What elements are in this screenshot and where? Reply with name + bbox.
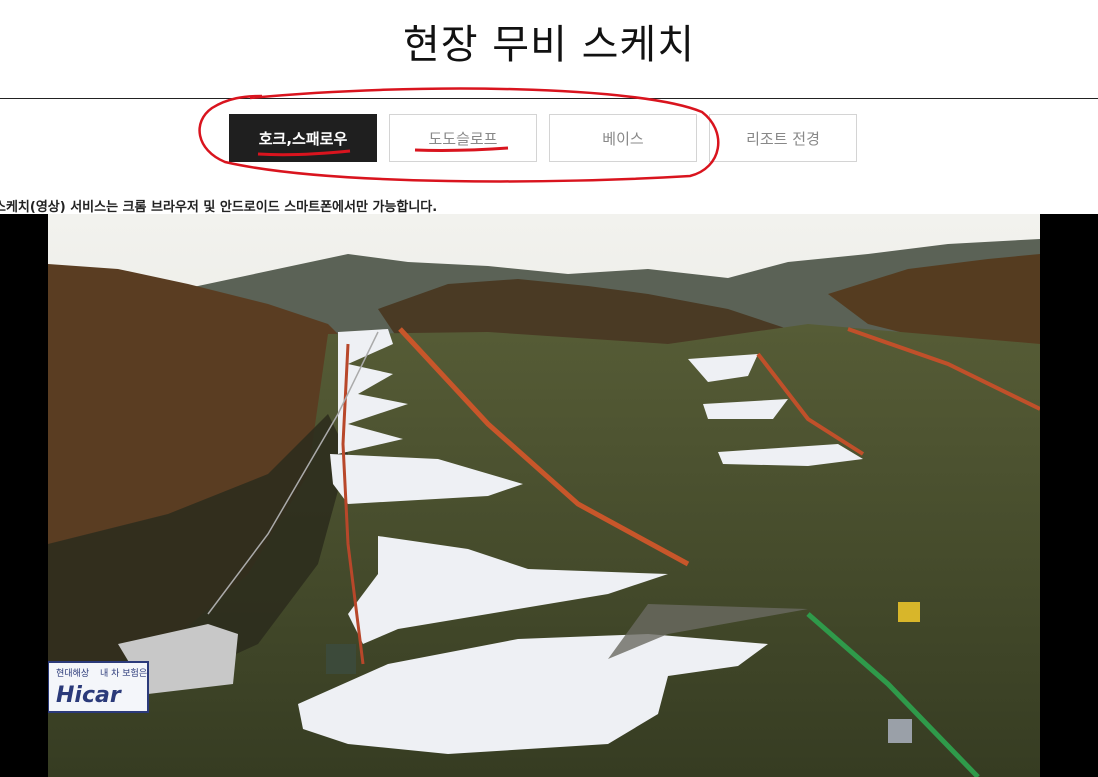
snow-groomer-left: [326, 644, 356, 674]
tab-dodo-slope[interactable]: 도도슬로프: [389, 114, 537, 162]
tab-label: 베이스: [602, 129, 644, 148]
tab-hawk-sparrow[interactable]: 호크,스패로우: [229, 114, 377, 162]
ad-brand-text: Hicar: [56, 683, 122, 708]
tab-base[interactable]: 베이스: [549, 114, 697, 162]
ad-slogan-text: 내 차 보험은: [100, 667, 147, 679]
header-divider: [0, 98, 1098, 99]
video-player[interactable]: Hicar 현대해상 내 차 보험은: [0, 214, 1098, 777]
page-title: 현장 무비 스케치: [402, 22, 696, 68]
tab-label: 호크,스패로우: [258, 129, 348, 148]
notice-text: 스케치(영상) 서비스는 크롬 브라우저 및 안드로이드 스마트폰에서만 가능합…: [0, 200, 438, 215]
tab-label: 도도슬로프: [428, 129, 498, 148]
snow-cannon-bottom: [888, 719, 912, 743]
snow-cannon-right: [898, 602, 920, 622]
tab-resort-view[interactable]: 리조트 전경: [709, 114, 857, 162]
ski-slope-webcam-frame: Hicar 현대해상 내 차 보험은: [48, 214, 1040, 777]
tab-label: 리조트 전경: [746, 129, 820, 148]
ad-sub-text: 현대해상: [56, 668, 89, 679]
